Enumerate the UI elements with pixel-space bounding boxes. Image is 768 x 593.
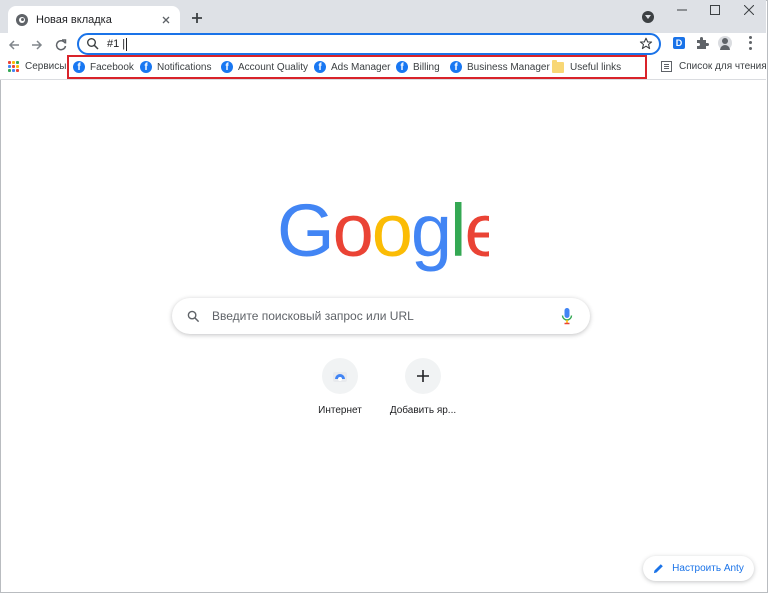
maximize-button[interactable] [698,0,732,20]
bookmark-apps[interactable]: Сервисы [8,61,66,72]
microphone-icon[interactable] [560,307,574,325]
apps-label: Сервисы [25,61,67,72]
extensions-puzzle-icon[interactable] [695,36,709,50]
customize-button[interactable]: Настроить Anty [643,556,754,581]
bookmarks-highlight-box [67,55,647,79]
maximize-icon [710,5,720,15]
menu-dots-icon[interactable] [746,35,754,51]
close-window-button[interactable] [732,0,766,20]
text-caret [126,37,128,51]
star-icon[interactable] [639,37,653,51]
chrome-icon [16,13,28,26]
google-logo: Google [277,190,489,272]
plus-icon [417,370,429,382]
reading-list-icon [661,61,672,72]
close-icon[interactable] [158,12,174,28]
tab-new-tab[interactable]: Новая вкладка [8,6,180,33]
tab-strip: Новая вкладка [0,0,766,33]
forward-button[interactable] [28,36,46,54]
shortcut-icon-container [405,358,441,394]
minimize-button[interactable] [665,0,699,20]
shortcut-icon-container [322,358,358,394]
shortcut-label: Добавить яр... [389,405,457,416]
browser-window [0,0,768,593]
shortcut-tile-add[interactable]: Добавить яр... [378,358,468,416]
profile-avatar-icon[interactable] [718,36,732,50]
shortcut-label: Интернет [318,405,362,416]
address-text: #1 | [107,38,126,50]
search-icon [87,38,99,50]
search-icon [187,310,200,322]
reload-icon [55,39,67,51]
arrow-left-icon [8,40,19,50]
pencil-icon [654,564,663,574]
extension-d-icon[interactable]: D [673,37,685,49]
tab-title: Новая вкладка [36,13,112,26]
shortcut-tile-internet[interactable]: Интернет [295,358,385,416]
tab-search-button[interactable] [642,11,654,23]
address-bar[interactable]: #1 | [77,33,661,55]
close-icon [744,5,754,15]
apps-grid-icon [8,61,19,72]
toolbar: #1 | [0,33,766,57]
reload-button[interactable] [52,36,70,54]
search-placeholder: Введите поисковый запрос или URL [212,309,414,323]
reading-list-button[interactable]: Список для чтения [661,61,767,72]
plus-icon [192,13,202,23]
reading-list-label: Список для чтения [679,61,767,72]
minimize-icon [677,9,687,11]
customize-label: Настроить Anty [672,563,744,574]
arrow-right-icon [32,40,43,50]
web-store-icon [333,372,347,382]
new-tab-button[interactable] [188,9,206,27]
search-box[interactable]: Введите поисковый запрос или URL [172,298,590,334]
back-button[interactable] [5,36,23,54]
svg-text:Google: Google [277,190,489,272]
